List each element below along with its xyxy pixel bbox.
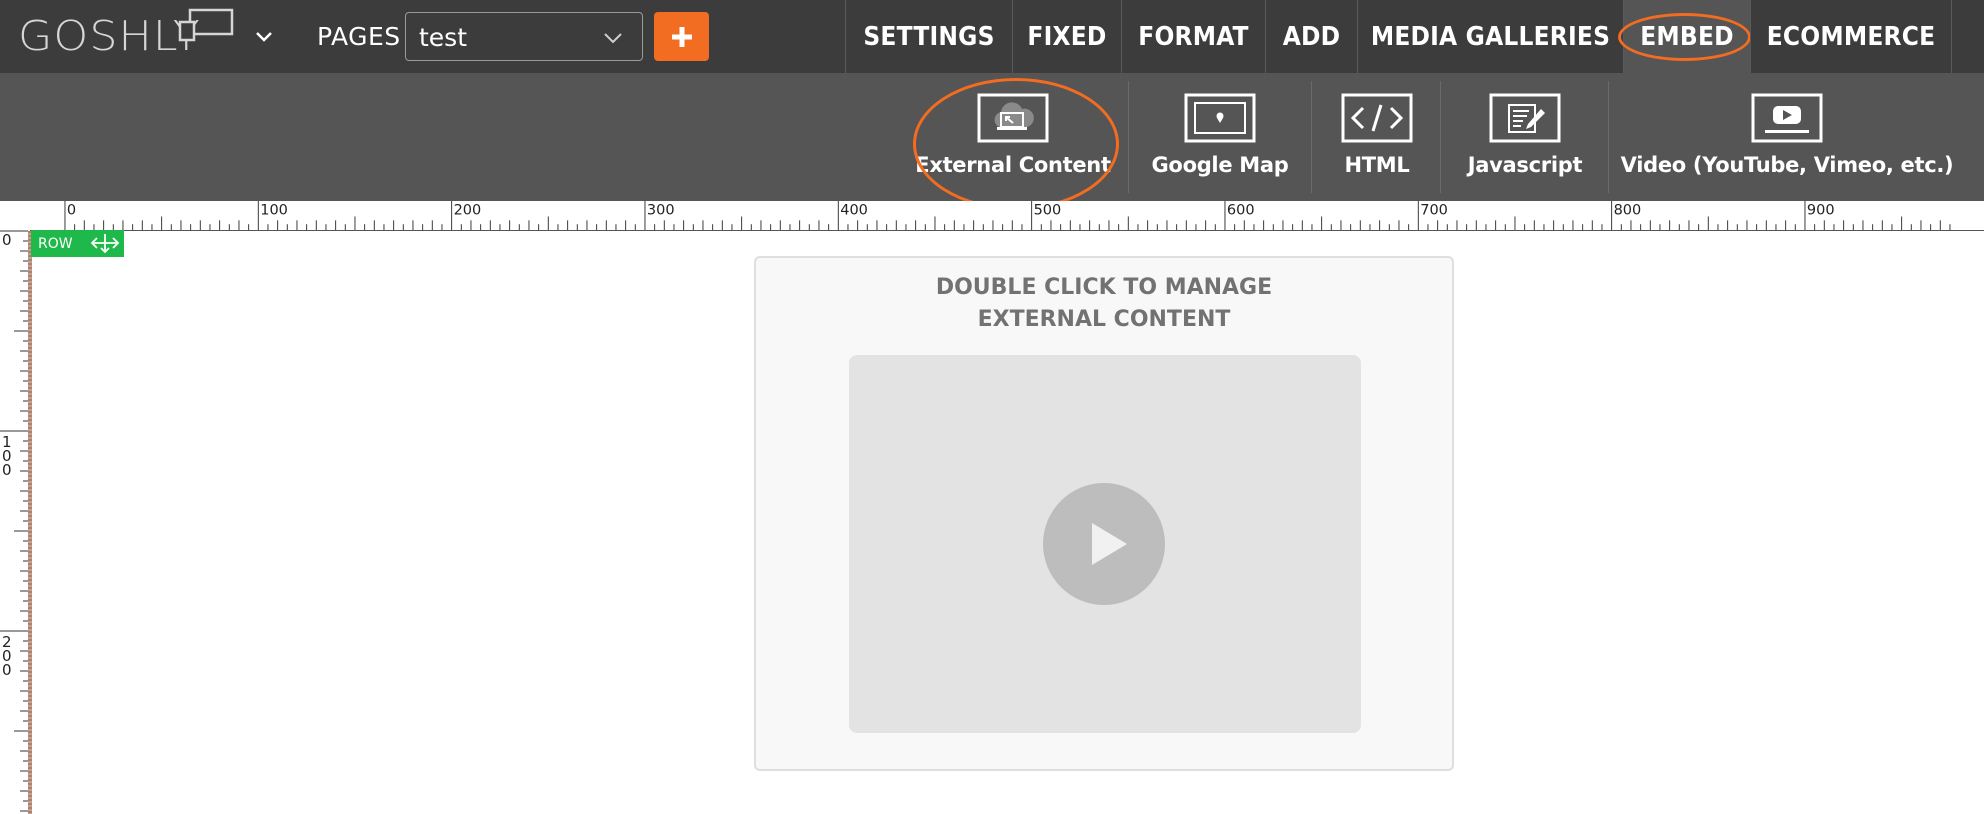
ribbon-divider — [1128, 81, 1129, 193]
logo-text: GOSHLY — [18, 11, 201, 60]
menu-add[interactable]: ADD — [1265, 0, 1357, 73]
chevron-down-icon — [604, 33, 622, 44]
vertical-ruler: 0100200 — [0, 201, 30, 814]
ruler-label: 0 — [67, 203, 76, 219]
pages-label: PAGES — [317, 22, 401, 51]
map-icon — [1184, 93, 1256, 143]
ruler-label: 0 — [2, 461, 12, 479]
add-page-button[interactable] — [654, 12, 709, 61]
menu-format[interactable]: FORMAT — [1121, 0, 1265, 73]
ruler-label: 500 — [1034, 203, 1062, 219]
menu-ecommerce[interactable]: ECOMMERCE — [1750, 0, 1952, 73]
widget-title: DOUBLE CLICK TO MANAGE EXTERNAL CONTENT — [935, 275, 1273, 332]
external-content-widget[interactable]: DOUBLE CLICK TO MANAGE EXTERNAL CONTENT — [754, 256, 1454, 771]
code-icon — [1341, 93, 1413, 143]
ruler-label: 0 — [2, 231, 12, 249]
ribbon-divider — [1311, 81, 1312, 193]
page-select[interactable]: test — [405, 12, 643, 61]
ruler-label: 100 — [260, 203, 288, 219]
plus-icon — [671, 26, 692, 47]
row-handle[interactable]: ROW — [31, 230, 124, 257]
script-icon — [1489, 93, 1561, 143]
embed-video[interactable]: Video (YouTube, Vimeo, etc.) — [1620, 73, 1954, 201]
play-button[interactable] — [1043, 483, 1165, 605]
ruler-label: 900 — [1807, 203, 1835, 219]
menu-settings[interactable]: SETTINGS — [845, 0, 1012, 73]
video-icon — [1751, 93, 1823, 143]
page-select-value: test — [419, 23, 468, 52]
ruler-label: 200 — [454, 203, 482, 219]
ruler-label: 700 — [1420, 203, 1448, 219]
ruler-guide-line — [28, 231, 32, 814]
ruler-label: 400 — [840, 203, 868, 219]
ribbon-label: Video (YouTube, Vimeo, etc.) — [1620, 153, 1954, 177]
ribbon-label: HTML — [1344, 153, 1410, 177]
ruler-label: 800 — [1614, 203, 1642, 219]
main-menu: SETTINGS FIXED FORMAT ADD MEDIA GALLERIE… — [845, 0, 1952, 73]
ruler-label: 600 — [1227, 203, 1255, 219]
menu-embed[interactable]: EMBED — [1618, 0, 1751, 73]
move-arrows-icon[interactable] — [89, 232, 121, 254]
ribbon-divider — [1608, 81, 1609, 193]
horizontal-ruler: 01002003004005006007008009001000 — [0, 201, 1984, 231]
menu-fixed[interactable]: FIXED — [1012, 0, 1121, 73]
devices-icon — [178, 8, 234, 42]
ruler-label: 0 — [2, 661, 12, 679]
ruler-label: 300 — [647, 203, 675, 219]
chevron-down-icon[interactable] — [253, 26, 275, 48]
ribbon-divider — [1440, 81, 1441, 193]
embed-google-map[interactable]: Google Map — [1140, 73, 1300, 201]
play-icon — [1092, 523, 1127, 565]
ribbon-label: Javascript — [1467, 153, 1583, 177]
content-placeholder[interactable] — [849, 355, 1361, 733]
top-bar: GOSHLY PAGES test SETTINGS FIXED FORMAT … — [0, 0, 1984, 73]
menu-media-galleries[interactable]: MEDIA GALLERIES — [1357, 0, 1623, 73]
embed-html[interactable]: HTML — [1322, 73, 1432, 201]
highlight-circle — [913, 78, 1119, 210]
row-label: ROW — [38, 235, 73, 252]
app-logo[interactable]: GOSHLY — [18, 14, 200, 58]
ribbon-label: Google Map — [1151, 153, 1289, 177]
embed-javascript[interactable]: Javascript — [1450, 73, 1600, 201]
